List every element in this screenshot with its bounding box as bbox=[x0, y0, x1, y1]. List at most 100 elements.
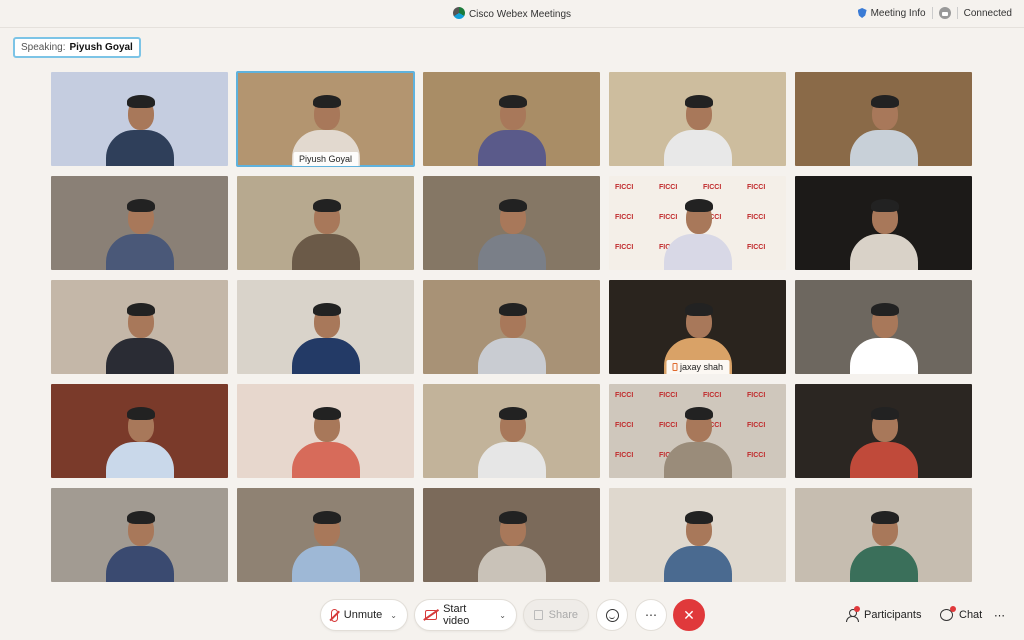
participant-hair bbox=[498, 407, 527, 420]
webex-logo-icon bbox=[452, 7, 465, 19]
brand-logo: FICCI bbox=[747, 244, 766, 251]
participants-button[interactable]: Participants bbox=[846, 599, 921, 631]
lock-icon[interactable] bbox=[938, 7, 951, 19]
participant-video-tile[interactable] bbox=[423, 176, 600, 270]
participant-body bbox=[663, 546, 732, 582]
participant-body bbox=[477, 234, 546, 270]
participant-video-tile[interactable] bbox=[423, 488, 600, 582]
brand-logo: FICCI bbox=[615, 184, 634, 191]
participant-body bbox=[849, 130, 918, 166]
participant-video-tile[interactable] bbox=[51, 280, 228, 374]
brand-logo: FICCI bbox=[747, 422, 766, 429]
participant-video-tile[interactable] bbox=[795, 384, 972, 478]
participant-video-tile[interactable] bbox=[423, 384, 600, 478]
participant-video bbox=[290, 404, 362, 478]
participant-body bbox=[849, 442, 918, 478]
participants-label: Participants bbox=[864, 609, 922, 621]
share-button[interactable]: Share bbox=[523, 599, 589, 631]
participant-body bbox=[105, 338, 174, 374]
participant-hair bbox=[684, 199, 713, 212]
participant-body bbox=[849, 234, 918, 270]
more-options-button[interactable]: ⋯ bbox=[635, 599, 667, 631]
participant-body bbox=[291, 442, 360, 478]
participant-body bbox=[663, 130, 732, 166]
participant-video-tile[interactable] bbox=[423, 280, 600, 374]
video-off-icon bbox=[425, 610, 438, 620]
reactions-button[interactable] bbox=[596, 599, 628, 631]
chat-button[interactable]: Chat bbox=[940, 599, 982, 631]
title-bar: Cisco Webex Meetings Meeting Info Connec… bbox=[0, 0, 1024, 28]
participant-hair bbox=[870, 199, 899, 212]
participant-video-tile[interactable] bbox=[237, 176, 414, 270]
participant-hair bbox=[870, 303, 899, 316]
participant-body bbox=[477, 546, 546, 582]
participant-video-tile[interactable] bbox=[51, 72, 228, 166]
participant-video bbox=[476, 508, 548, 582]
participant-body bbox=[291, 234, 360, 270]
participant-name-tag: Piyush Goyal bbox=[292, 152, 359, 166]
participant-video-tile[interactable] bbox=[51, 488, 228, 582]
participant-video bbox=[290, 300, 362, 374]
start-video-label: Start video bbox=[443, 603, 470, 627]
participant-video-tile[interactable] bbox=[609, 72, 786, 166]
participant-hair bbox=[498, 511, 527, 524]
start-video-button[interactable]: Start video ⌄ bbox=[414, 599, 517, 631]
participant-video-tile[interactable] bbox=[609, 488, 786, 582]
participant-name-tag: jaxay shah bbox=[665, 360, 730, 374]
participant-video bbox=[662, 196, 734, 270]
participant-video-tile[interactable] bbox=[795, 176, 972, 270]
chevron-down-icon[interactable]: ⌄ bbox=[390, 611, 397, 620]
participant-video-tile[interactable]: jaxay shah bbox=[609, 280, 786, 374]
participant-video bbox=[290, 196, 362, 270]
participant-video-tile[interactable]: Piyush Goyal bbox=[236, 71, 415, 167]
participant-body bbox=[105, 546, 174, 582]
participant-body bbox=[849, 338, 918, 374]
participant-body bbox=[291, 338, 360, 374]
participant-hair bbox=[126, 407, 155, 420]
brand-logo: FICCI bbox=[747, 392, 766, 399]
participant-video bbox=[848, 92, 920, 166]
shield-icon bbox=[857, 8, 867, 18]
chevron-down-icon[interactable]: ⌄ bbox=[499, 611, 506, 620]
participant-video bbox=[662, 404, 734, 478]
participant-video bbox=[104, 300, 176, 374]
participant-video-tile[interactable] bbox=[237, 488, 414, 582]
participant-video-tile[interactable]: FICCI FICCI FICCI FICCI FICCI FICCI FICCI FICCI… bbox=[609, 384, 786, 478]
participant-hair bbox=[312, 95, 341, 108]
participant-name: Piyush Goyal bbox=[298, 154, 353, 164]
overflow-menu-button[interactable]: ⋯ bbox=[994, 599, 1005, 631]
phone-icon bbox=[671, 363, 677, 371]
meeting-controls: Unmute ⌄ Start video ⌄ Share ⋯ ✕ Partici… bbox=[0, 594, 1024, 640]
participant-video-tile[interactable] bbox=[795, 488, 972, 582]
unmute-button[interactable]: Unmute ⌄ bbox=[320, 599, 408, 631]
speaker-name: Piyush Goyal bbox=[69, 42, 133, 53]
participant-hair bbox=[684, 303, 713, 316]
participant-body bbox=[477, 338, 546, 374]
participant-video bbox=[848, 300, 920, 374]
participant-video-tile[interactable] bbox=[795, 280, 972, 374]
notification-dot bbox=[950, 606, 956, 612]
participant-video bbox=[476, 92, 548, 166]
participant-video-tile[interactable] bbox=[51, 176, 228, 270]
participant-hair bbox=[684, 407, 713, 420]
brand-logo: FICCI bbox=[747, 184, 766, 191]
brand-logo: FICCI bbox=[615, 214, 634, 221]
participant-video bbox=[476, 196, 548, 270]
participant-video bbox=[104, 404, 176, 478]
muted-microphone-icon bbox=[331, 608, 338, 622]
participant-video-tile[interactable] bbox=[51, 384, 228, 478]
participant-video-tile[interactable] bbox=[237, 384, 414, 478]
brand-logo: FICCI bbox=[747, 452, 766, 459]
participant-video-tile[interactable] bbox=[237, 280, 414, 374]
meeting-info-button[interactable]: Meeting Info bbox=[857, 8, 926, 19]
unmute-label: Unmute bbox=[343, 609, 383, 621]
connection-status: Connected bbox=[963, 7, 1012, 19]
participant-video-tile[interactable]: FICCI FICCI FICCI FICCI FICCI FICCI FICCI FICCI… bbox=[609, 176, 786, 270]
participant-video-tile[interactable] bbox=[795, 72, 972, 166]
participant-video-tile[interactable] bbox=[423, 72, 600, 166]
video-grid: Piyush Goyal FICCI FICCI FICCI FICCI FICCI FIC… bbox=[51, 71, 975, 588]
participant-body bbox=[477, 442, 546, 478]
participant-video bbox=[104, 196, 176, 270]
participant-video bbox=[848, 508, 920, 582]
end-meeting-button[interactable]: ✕ bbox=[673, 599, 705, 631]
